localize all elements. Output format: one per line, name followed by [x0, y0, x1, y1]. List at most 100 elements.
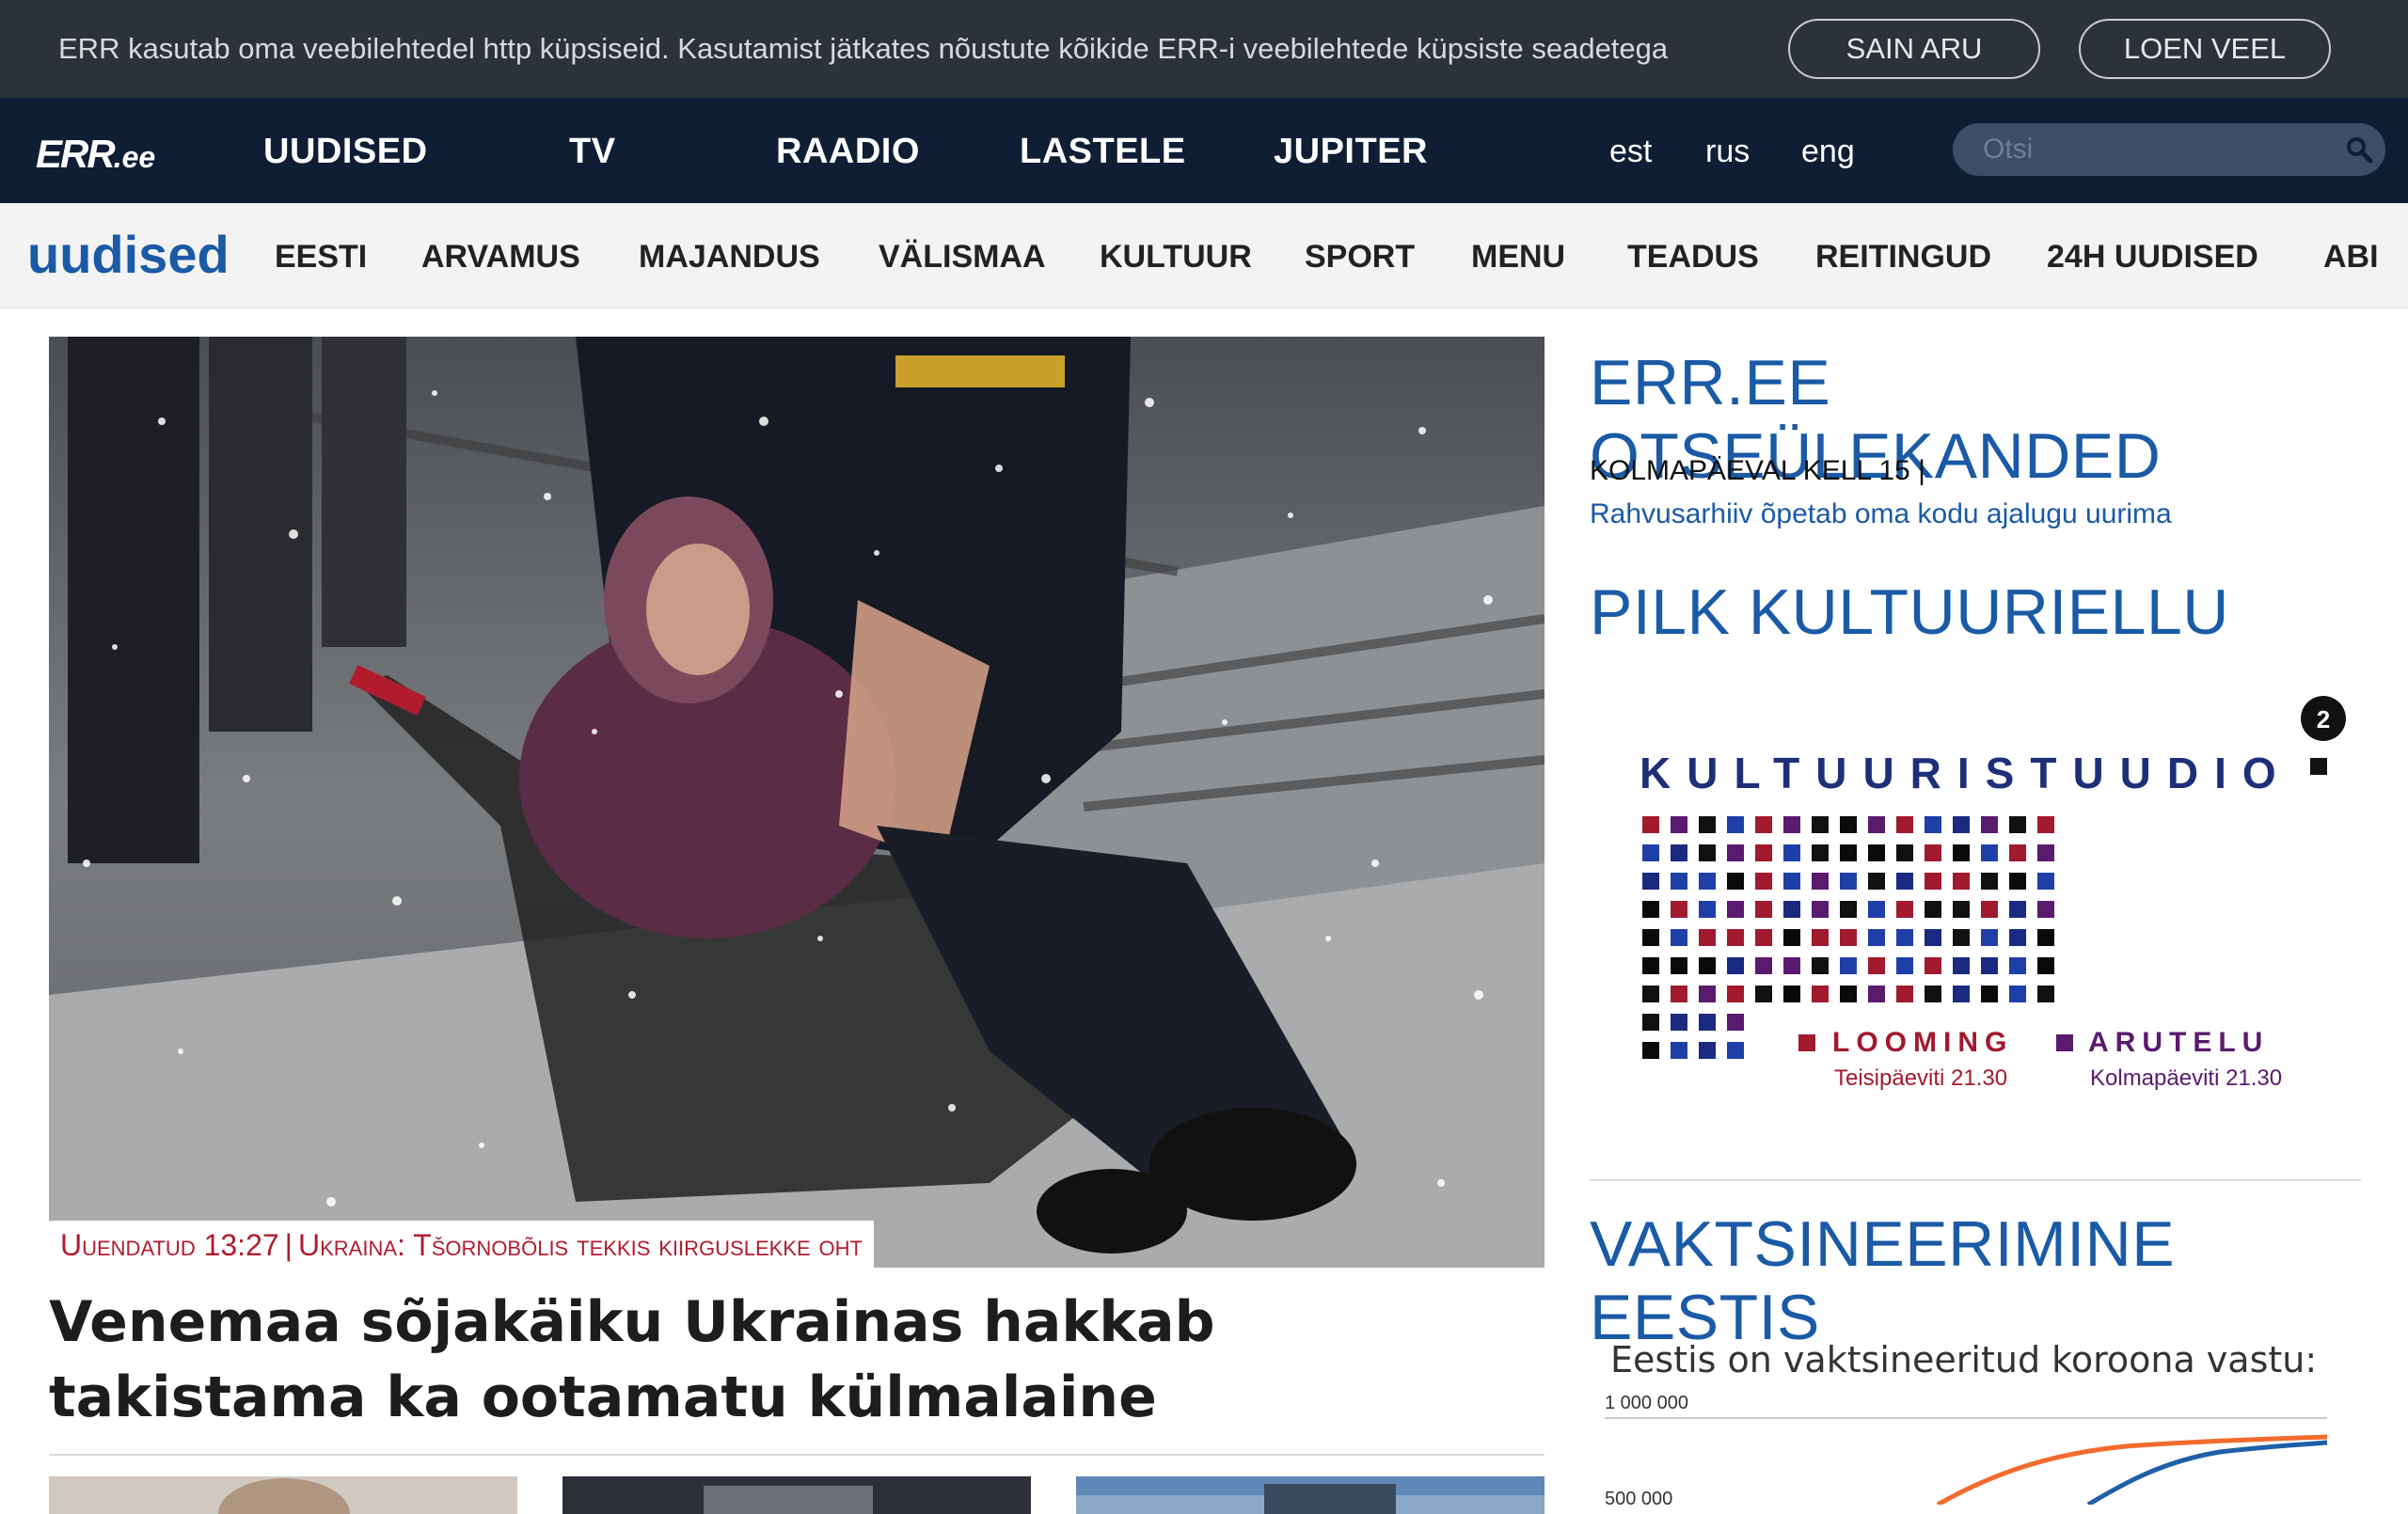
- square-pattern: [1642, 758, 2327, 1059]
- pattern-square: [1868, 929, 1885, 946]
- pattern-square: [1699, 873, 1716, 890]
- hero-topic-tag[interactable]: Uuendatud 13:27 | Ukraina: Tšornobõlis tek…: [49, 1221, 874, 1268]
- subnav-menu[interactable]: MENU: [1471, 239, 1565, 276]
- arutelu-schedule: Kolmapäeviti 21.30: [2090, 1065, 2282, 1091]
- looming-schedule: Teisipäeviti 21.30: [1834, 1065, 2007, 1091]
- pattern-square: [1699, 929, 1716, 946]
- kultuuristuudio-graphic: 2 KULTUURISTUUDIO LOOMING Teisipäeviti 2…: [1640, 696, 2346, 1091]
- pattern-square: [1783, 816, 1800, 833]
- pattern-square: [1812, 901, 1829, 918]
- pattern-square: [1981, 901, 1998, 918]
- pattern-square: [1671, 986, 1687, 1002]
- pattern-square: [1699, 986, 1716, 1002]
- pattern-square: [1727, 986, 1744, 1002]
- pattern-square: [1896, 957, 1913, 974]
- pattern-square: [2037, 844, 2054, 861]
- article-thumbnail[interactable]: [1076, 1476, 1545, 1514]
- pattern-square: [1642, 957, 1659, 974]
- pattern-square: [1783, 986, 1800, 1002]
- pattern-square: [1953, 844, 1970, 861]
- pattern-square: [1727, 844, 1744, 861]
- article-thumbnail[interactable]: [562, 1476, 1031, 1514]
- subnav-valismaa[interactable]: VÄLISMAA: [879, 239, 1046, 276]
- pattern-square: [1671, 844, 1687, 861]
- pattern-square: [2009, 929, 2026, 946]
- pattern-square: [1896, 986, 1913, 1002]
- pattern-square: [1953, 873, 1970, 890]
- article-thumbnail[interactable]: [49, 1476, 517, 1514]
- pattern-square: [1868, 816, 1885, 833]
- nav-raadio[interactable]: RAADIO: [776, 132, 920, 172]
- search-input[interactable]: [1983, 131, 2321, 168]
- nav-jupiter[interactable]: JUPITER: [1274, 132, 1428, 172]
- subnav-teadus[interactable]: TEADUS: [1627, 239, 1759, 276]
- lang-rus[interactable]: rus: [1705, 134, 1750, 170]
- pattern-square: [2037, 873, 2054, 890]
- pattern-square: [1925, 986, 1941, 1002]
- logo-mark: ERR: [36, 132, 116, 176]
- subnav-majandus[interactable]: MAJANDUS: [639, 239, 820, 276]
- pattern-square: [1981, 844, 1998, 861]
- pattern-square: [1925, 957, 1941, 974]
- subnav-eesti[interactable]: EESTI: [275, 239, 367, 276]
- pattern-square: [1925, 929, 1941, 946]
- subnav-sport[interactable]: SPORT: [1305, 239, 1415, 276]
- hero-article-image[interactable]: [49, 337, 1545, 1268]
- main-navigation: ERR .ee UUDISED TV RAADIO LASTELE JUPITE…: [0, 98, 2408, 203]
- subnav-24h-uudised[interactable]: 24H UUDISED: [2047, 239, 2258, 276]
- subnav-arvamus[interactable]: ARVAMUS: [421, 239, 580, 276]
- pattern-square: [1783, 957, 1800, 974]
- hero-tag-time: Uuendatud 13:27: [60, 1228, 279, 1262]
- subnav-reitingud[interactable]: REITINGUD: [1815, 239, 1991, 276]
- etv2-logo-icon: 2: [2301, 696, 2346, 741]
- pattern-square: [1896, 901, 1913, 918]
- vaccination-chart[interactable]: 1 000 000 500 000: [1599, 1388, 2352, 1509]
- pattern-square: [1812, 844, 1829, 861]
- kultuuristuudio-banner[interactable]: 2 KULTUURISTUUDIO LOOMING Teisipäeviti 2…: [1590, 686, 2361, 1100]
- nav-uudised[interactable]: UUDISED: [263, 132, 428, 172]
- section-brand[interactable]: uudised: [27, 224, 230, 285]
- pattern-square: [1896, 844, 1913, 861]
- pattern-square: [1840, 957, 1857, 974]
- pattern-square: [2009, 986, 2026, 1002]
- pattern-square: [2037, 901, 2054, 918]
- pattern-square: [1840, 844, 1857, 861]
- vaccination-chart-svg: 1 000 000 500 000: [1605, 1393, 2328, 1509]
- pattern-square: [1925, 873, 1941, 890]
- err-logo[interactable]: ERR .ee: [36, 132, 155, 176]
- pattern-square: [2037, 957, 2054, 974]
- lang-eng[interactable]: eng: [1801, 134, 1855, 170]
- search-icon[interactable]: [2344, 134, 2374, 165]
- pattern-square: [1699, 1042, 1716, 1059]
- pattern-square: [1727, 929, 1744, 946]
- pattern-square: [1812, 873, 1829, 890]
- pattern-square: [1925, 901, 1941, 918]
- pattern-square: [1755, 929, 1772, 946]
- subnav-abi[interactable]: ABI: [2323, 239, 2379, 276]
- pattern-square: [1755, 873, 1772, 890]
- pattern-square: [1953, 816, 1970, 833]
- cookie-read-more-button[interactable]: LOEN VEEL: [2079, 19, 2331, 79]
- thumbnail-image: [704, 1486, 873, 1514]
- pattern-square: [2037, 986, 2054, 1002]
- pattern-square: [1840, 929, 1857, 946]
- pattern-square: [1642, 816, 1659, 833]
- cookie-notice-text: ERR kasutab oma veebilehtedel http küpsi…: [58, 32, 1669, 65]
- nav-tv[interactable]: TV: [569, 132, 616, 172]
- cookie-accept-button[interactable]: SAIN ARU: [1788, 19, 2040, 79]
- nav-lastele[interactable]: LASTELE: [1020, 132, 1186, 172]
- pattern-square: [1755, 816, 1772, 833]
- pattern-square: [1671, 1042, 1687, 1059]
- live-broadcast-link[interactable]: Rahvusarhiiv õpetab oma kodu ajalugu uur…: [1590, 498, 2172, 530]
- pattern-square: [2037, 816, 2054, 833]
- pattern-square: [1642, 1014, 1659, 1031]
- thumbnail-image: [1076, 1484, 1545, 1514]
- logo-tld: .ee: [113, 140, 156, 174]
- lang-est[interactable]: est: [1609, 134, 1652, 170]
- hero-headline[interactable]: Venemaa sõjakäiku Ukrainas hakkab takist…: [49, 1285, 1545, 1435]
- subnav-kultuur[interactable]: KULTUUR: [1100, 239, 1252, 276]
- pattern-square: [1642, 929, 1659, 946]
- pattern-square: [2009, 844, 2026, 861]
- pattern-square: [1925, 844, 1941, 861]
- section-navigation: uudised EESTI ARVAMUS MAJANDUS VÄLISMAA …: [0, 203, 2408, 308]
